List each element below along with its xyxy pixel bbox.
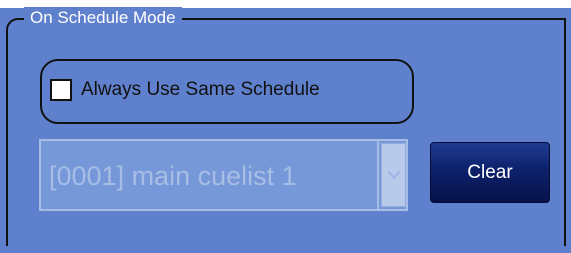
always-use-same-schedule-label[interactable]: Always Use Same Schedule bbox=[81, 78, 320, 102]
on-schedule-mode-panel: On Schedule Mode Always Use Same Schedul… bbox=[0, 0, 571, 253]
group-frame bbox=[6, 18, 566, 246]
chevron-down-icon bbox=[388, 171, 400, 179]
always-use-same-schedule-checkbox-row[interactable]: Always Use Same Schedule bbox=[50, 78, 320, 102]
cuelist-select-value: [0001] main cuelist 1 bbox=[49, 161, 297, 191]
always-use-same-schedule-checkbox[interactable] bbox=[50, 79, 72, 101]
clear-button[interactable]: Clear bbox=[430, 142, 550, 203]
cuelist-select-arrow-button bbox=[381, 143, 406, 207]
cuelist-select: [0001] main cuelist 1 bbox=[39, 139, 408, 211]
group-title: On Schedule Mode bbox=[24, 7, 182, 29]
cuelist-select-divider bbox=[377, 141, 379, 209]
